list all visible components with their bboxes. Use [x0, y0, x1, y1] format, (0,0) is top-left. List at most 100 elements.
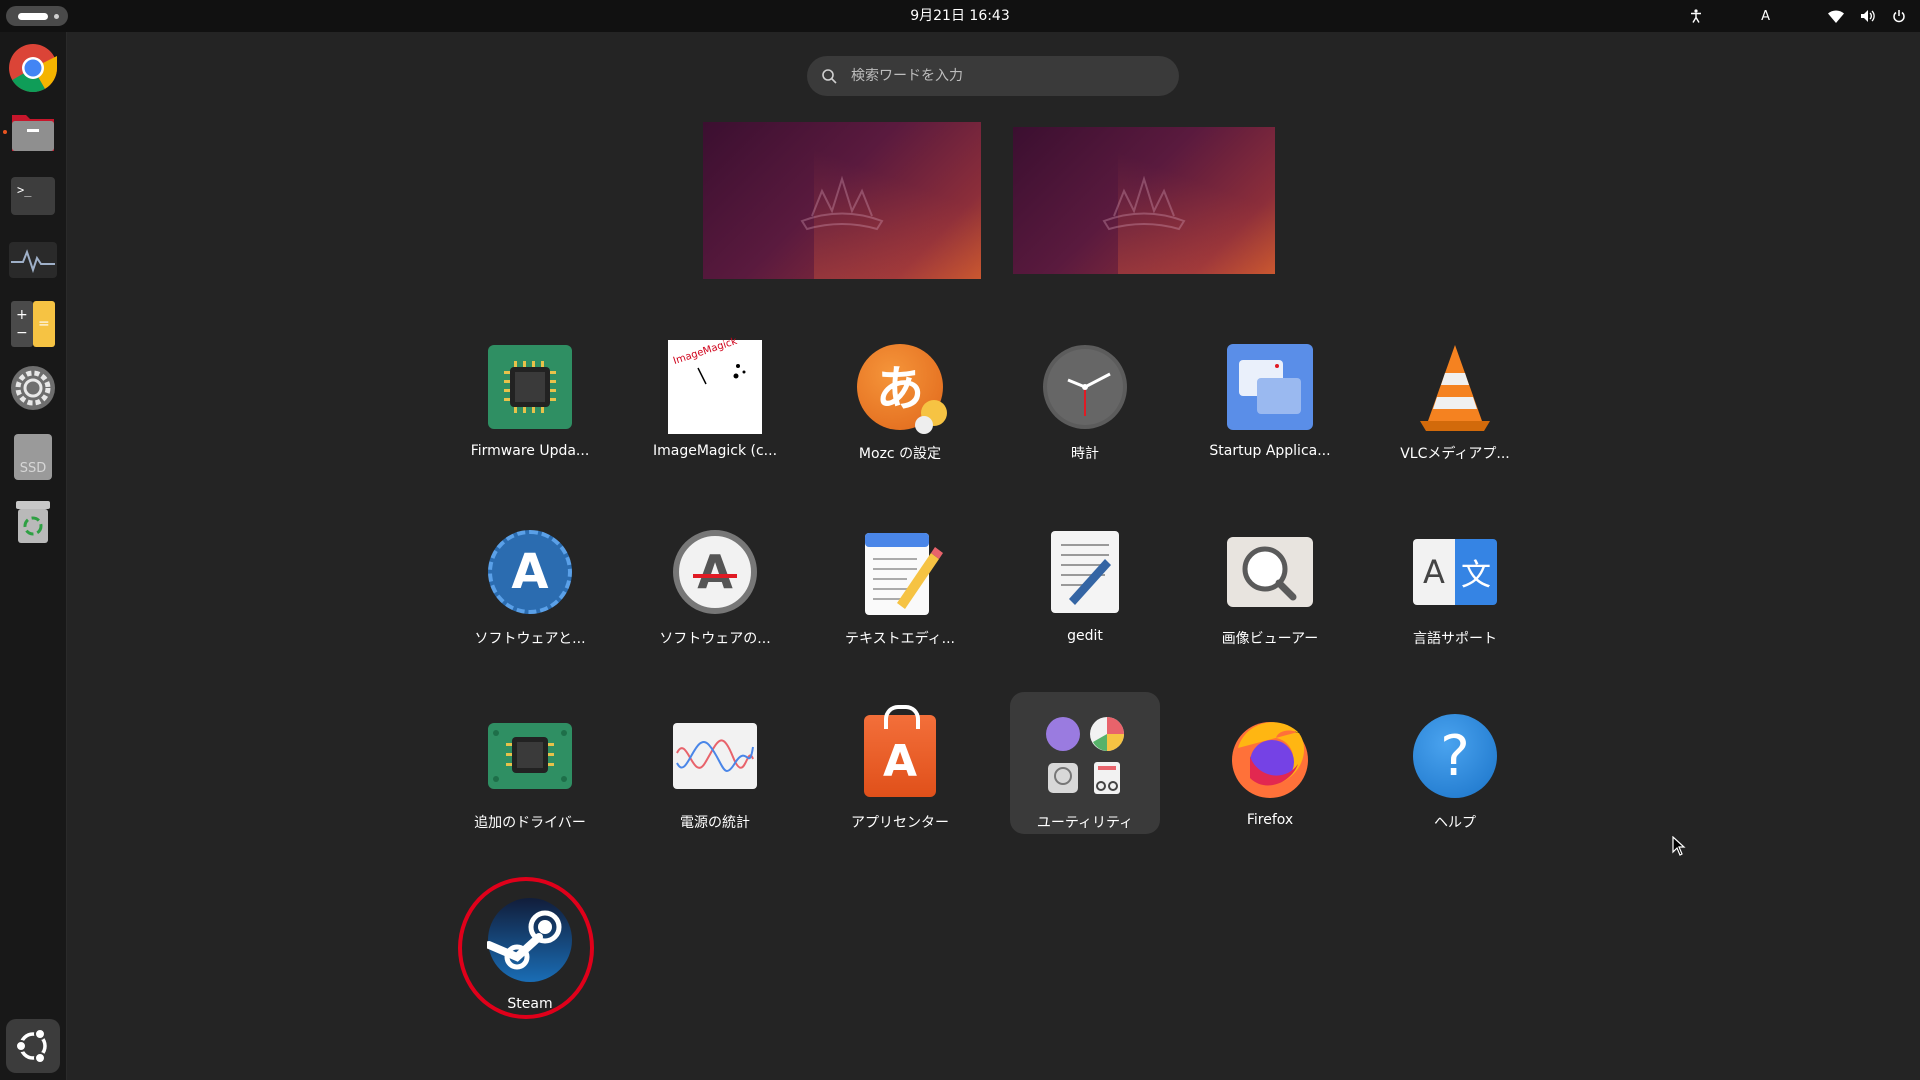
search-input[interactable] [849, 67, 1153, 85]
dock-settings[interactable] [6, 361, 60, 415]
firmware-chip-icon [482, 339, 578, 435]
startup-apps-icon [1222, 339, 1318, 435]
files-icon [12, 115, 54, 151]
app-gedit[interactable]: gedit [1010, 508, 1160, 650]
ubuntu-logo-icon [15, 1028, 47, 1064]
dock-show-apps[interactable] [6, 1019, 60, 1073]
app-app-center[interactable]: A アプリセンター [825, 692, 975, 834]
app-icon-glyph: A [1423, 553, 1445, 591]
app-label: 追加のドライバー [474, 815, 586, 831]
mozc-icon: あ [852, 339, 948, 435]
text-editor-icon [852, 524, 948, 620]
highlight-circle [458, 877, 594, 1019]
date-time[interactable]: 9月21日 16:43 [0, 0, 1920, 32]
terminal-icon: >_ [11, 177, 55, 215]
app-icon-glyph: A [697, 545, 733, 599]
help-icon: ? [1407, 708, 1503, 804]
ssd-drive-icon: SSD [14, 434, 52, 480]
svg-text:−: − [16, 325, 28, 341]
app-icon-glyph: 文 [1461, 558, 1491, 593]
app-help[interactable]: ? ヘルプ [1380, 692, 1530, 834]
dock-system-monitor[interactable] [6, 233, 60, 287]
ubuntu-mascot-icon [800, 175, 884, 230]
app-label: ソフトウェアと... [474, 631, 586, 647]
system-tray[interactable]: A [1689, 0, 1906, 32]
ubuntu-mascot-icon [1102, 175, 1186, 230]
dock-ssd-drive[interactable]: SSD [6, 430, 60, 484]
drivers-chip-icon [482, 708, 578, 804]
app-label: 言語サポート [1413, 631, 1497, 647]
svg-text:=: = [38, 316, 50, 332]
dock-trash[interactable] [6, 495, 60, 549]
dock-chrome[interactable] [6, 41, 60, 95]
accessibility-icon[interactable] [1689, 9, 1703, 23]
app-mozc-settings[interactable]: あ Mozc の設定 [825, 323, 975, 465]
app-label: VLCメディアプ... [1400, 446, 1510, 462]
utilities-folder-icon [1037, 708, 1133, 804]
wifi-icon[interactable] [1828, 9, 1844, 23]
app-software-updater[interactable]: A ソフトウェアの... [640, 508, 790, 650]
app-label: Firefox [1246, 812, 1294, 828]
app-additional-drivers[interactable]: 追加のドライバー [455, 692, 605, 834]
app-label: ユーティリティ [1036, 815, 1134, 831]
mozc-glyph: あ [875, 361, 924, 417]
search-bar[interactable] [807, 56, 1179, 96]
app-image-viewer[interactable]: 画像ビューアー [1195, 508, 1345, 650]
clock-icon [1037, 339, 1133, 435]
image-viewer-icon [1222, 524, 1318, 620]
app-firmware-updater[interactable]: Firmware Upda... [455, 323, 605, 465]
app-label: テキストエディ... [845, 631, 955, 647]
workspace-thumbnail-2[interactable] [1013, 127, 1275, 274]
svg-text:>_: >_ [17, 183, 32, 197]
imagemagick-icon: ImageMagick [667, 336, 763, 435]
search-icon [822, 69, 837, 84]
dock: >_ + − = SSD [0, 32, 67, 1080]
app-power-statistics[interactable]: 電源の統計 [640, 692, 790, 834]
app-software-sources[interactable]: A ソフトウェアと... [455, 508, 605, 650]
app-language-support[interactable]: A 文 言語サポート [1380, 508, 1530, 650]
app-startup-applications[interactable]: Startup Applica... [1195, 323, 1345, 465]
ssd-label: SSD [19, 461, 47, 476]
app-label: アプリセンター [851, 815, 949, 831]
dock-files[interactable] [6, 105, 60, 159]
firefox-icon [1222, 708, 1318, 804]
app-label: ImageMagick (c... [652, 443, 778, 459]
chrome-icon [9, 44, 58, 93]
vlc-cone-icon [1407, 339, 1503, 435]
language-support-icon: A 文 [1407, 524, 1503, 620]
app-text-editor[interactable]: テキストエディ... [825, 508, 975, 650]
volume-icon[interactable] [1860, 9, 1876, 23]
app-label: 画像ビューアー [1221, 631, 1319, 647]
input-method-icon[interactable]: A [1761, 9, 1770, 24]
app-label: ソフトウェアの... [659, 631, 771, 647]
app-label: gedit [1067, 628, 1103, 644]
app-label: Startup Applica... [1209, 443, 1331, 459]
settings-gear-icon [11, 366, 55, 410]
system-monitor-icon [9, 242, 57, 278]
app-label: ヘルプ [1434, 815, 1476, 831]
power-stats-icon [667, 708, 763, 804]
app-imagemagick[interactable]: ImageMagick ImageMagick (c... [640, 323, 790, 465]
svg-text:+: + [16, 307, 28, 323]
app-firefox[interactable]: Firefox [1195, 692, 1345, 834]
app-folder-utilities[interactable]: ユーティリティ [1010, 692, 1160, 834]
app-icon-glyph: ? [1440, 723, 1470, 789]
app-clocks[interactable]: 時計 [1010, 323, 1160, 465]
app-label: Firmware Upda... [470, 443, 590, 459]
dock-calculator[interactable]: + − = [6, 297, 60, 351]
software-updater-icon: A [667, 524, 763, 620]
workspace-thumbnail-1[interactable] [703, 122, 981, 279]
power-icon[interactable] [1892, 9, 1906, 23]
app-vlc[interactable]: VLCメディアプ... [1380, 323, 1530, 465]
app-icon-glyph: A [882, 735, 918, 787]
software-updates-icon: A [482, 524, 578, 620]
dock-terminal[interactable]: >_ [6, 169, 60, 223]
trash-icon [16, 501, 50, 543]
app-icon-glyph: A [511, 544, 549, 600]
app-label: 時計 [1071, 446, 1099, 462]
app-center-icon: A [852, 705, 948, 804]
calculator-icon: + − = [11, 301, 55, 347]
top-bar: 9月21日 16:43 A [0, 0, 1920, 32]
app-label: 電源の統計 [680, 815, 750, 831]
app-label: Mozc の設定 [858, 446, 942, 462]
